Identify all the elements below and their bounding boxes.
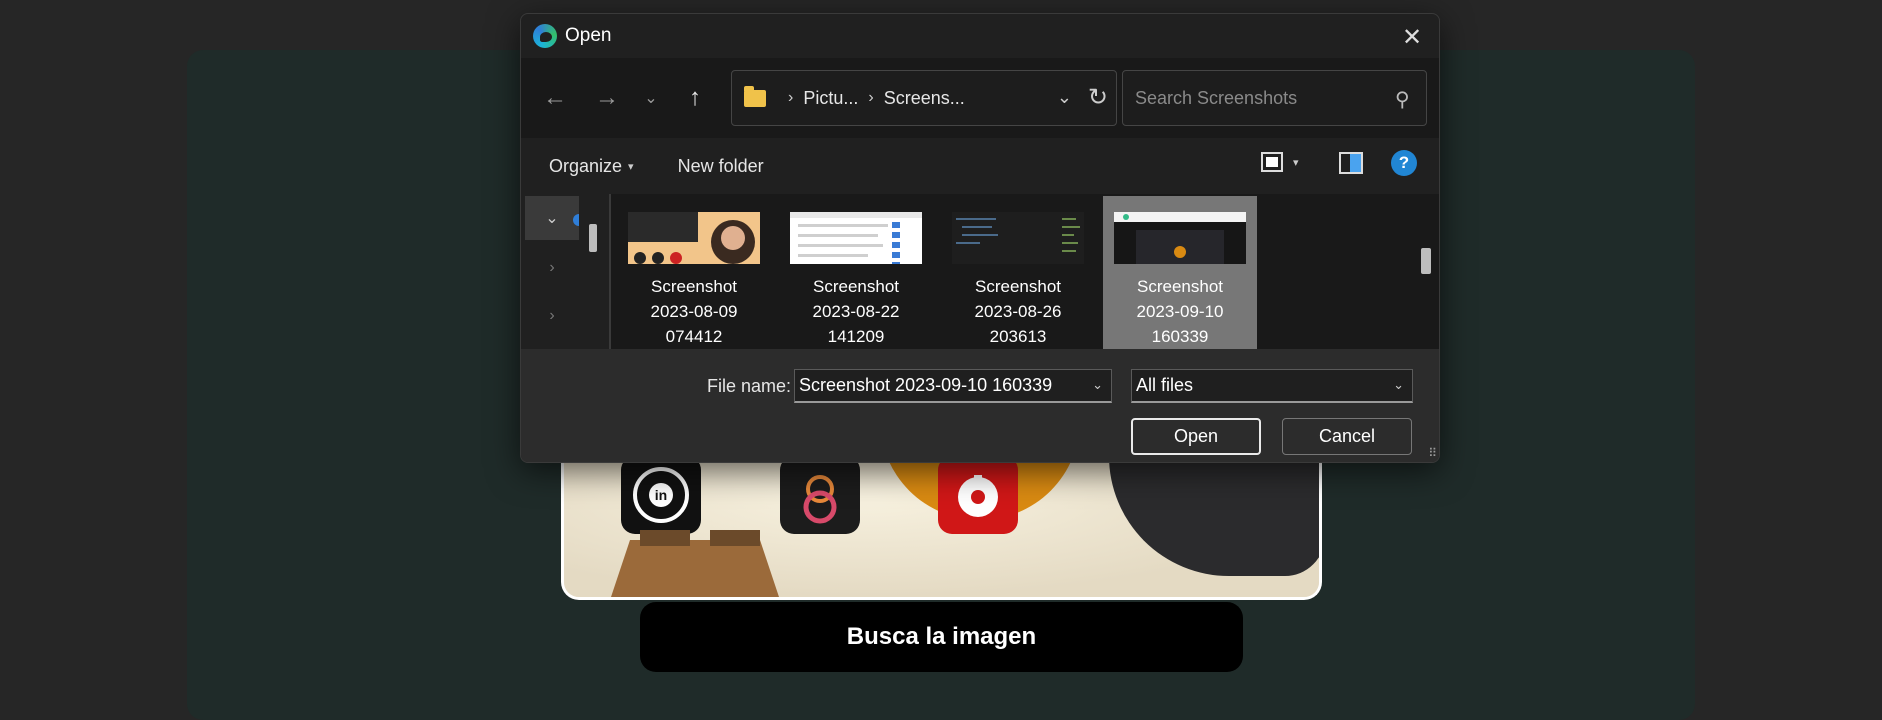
navigation-pane: ⌄ › › — [521, 194, 611, 349]
file-type-value: All files — [1136, 375, 1194, 395]
search-placeholder: Search Screenshots — [1135, 87, 1298, 108]
svg-text:in: in — [655, 487, 667, 503]
droid-icon — [780, 456, 860, 534]
file-name: Screenshot 2023-08-22 141209 — [812, 277, 900, 346]
file-name-value: Screenshot 2023-09-10 160339 — [799, 375, 1053, 395]
file-item[interactable]: Screenshot 2023-08-26 203613 — [941, 196, 1095, 349]
breadcrumb-separator: › — [788, 89, 794, 106]
chevron-right-icon: › — [549, 259, 555, 276]
file-thumbnail — [1114, 212, 1246, 264]
file-name-label: File name: — [707, 376, 792, 396]
tree-item-expanded[interactable]: ⌄ — [525, 196, 579, 240]
file-thumbnail — [952, 212, 1084, 264]
search-icon[interactable]: ⚲ — [1395, 87, 1410, 112]
caret-down-icon: ▾ — [628, 160, 634, 173]
open-file-dialog: Open ✕ ← → ⌄ ↑ › Pictu... › Screens... ⌄… — [520, 13, 1440, 463]
back-button[interactable]: ← — [535, 78, 575, 118]
view-icon — [1261, 152, 1283, 172]
preview-pane-icon[interactable] — [1339, 152, 1363, 174]
file-item-selected[interactable]: Screenshot 2023-09-10 160339 — [1103, 196, 1257, 349]
breadcrumb-pictures[interactable]: Pictu... — [803, 88, 858, 109]
organize-button[interactable]: Organize ▾ — [549, 156, 634, 177]
folder-icon — [744, 85, 766, 107]
linkedin-empire-icon: in — [621, 456, 701, 534]
new-folder-button[interactable]: New folder — [678, 156, 764, 177]
organize-label: Organize — [549, 155, 623, 176]
file-name: Screenshot 2023-08-26 203613 — [974, 277, 1062, 346]
file-item[interactable]: Screenshot 2023-08-22 141209 — [779, 196, 933, 349]
forward-button[interactable]: → — [587, 78, 627, 118]
caret-down-icon: ▾ — [1293, 156, 1299, 169]
address-bar[interactable]: › Pictu... › Screens... ⌄ ↻ — [731, 70, 1117, 126]
tree-item-collapsed[interactable]: › — [525, 246, 579, 290]
dialog-footer: File name: Screenshot 2023-09-10 160339 … — [521, 349, 1439, 462]
search-image-button[interactable]: Busca la imagen — [640, 602, 1243, 672]
search-input[interactable]: Search Screenshots ⚲ — [1122, 70, 1427, 126]
file-name: Screenshot 2023-09-10 160339 — [1136, 277, 1224, 346]
chevron-down-icon[interactable]: ⌄ — [1057, 87, 1072, 108]
file-thumbnail — [790, 212, 922, 264]
dialog-title: Open — [565, 25, 612, 46]
navigation-scrollbar[interactable] — [589, 224, 597, 252]
up-folder-button[interactable]: ↑ — [675, 78, 715, 118]
edge-browser-icon — [533, 24, 557, 48]
close-button[interactable]: ✕ — [1399, 24, 1425, 51]
dialog-titlebar: Open ✕ — [521, 14, 1439, 58]
new-folder-label: New folder — [677, 155, 764, 176]
open-button[interactable]: Open — [1131, 418, 1261, 455]
refresh-icon[interactable]: ↻ — [1088, 83, 1108, 112]
cancel-button[interactable]: Cancel — [1282, 418, 1412, 455]
resize-grip-icon[interactable]: ⠿ — [1428, 446, 1437, 460]
change-view-button[interactable]: ▾ — [1261, 152, 1299, 172]
tree-item-dot — [573, 214, 579, 226]
file-name: Screenshot 2023-08-09 074412 — [650, 277, 738, 346]
pane-divider[interactable] — [609, 194, 611, 349]
file-type-select[interactable]: All files ⌄ — [1131, 369, 1413, 403]
recent-locations-button[interactable]: ⌄ — [639, 78, 663, 118]
falcon-ship-icon — [938, 456, 1018, 534]
chevron-down-icon: ⌄ — [1393, 377, 1404, 392]
chevron-right-icon: › — [549, 307, 555, 324]
navigation-bar: ← → ⌄ ↑ › Pictu... › Screens... ⌄ ↻ Sear… — [521, 58, 1439, 138]
file-name-field[interactable]: Screenshot 2023-09-10 160339 ⌄ — [794, 369, 1112, 403]
file-thumbnail — [628, 212, 760, 264]
file-area: ⌄ › › Screenshot 2023-08-09 074412 Scree… — [521, 194, 1439, 349]
chevron-down-icon: ⌄ — [545, 210, 559, 227]
chevron-down-icon[interactable]: ⌄ — [1092, 377, 1103, 393]
breadcrumb-separator: › — [868, 89, 874, 106]
breadcrumb-screenshots[interactable]: Screens... — [884, 88, 965, 109]
help-icon[interactable]: ? — [1391, 150, 1417, 176]
command-bar: Organize ▾ New folder ▾ ? — [521, 138, 1439, 194]
file-list-scrollbar[interactable] — [1421, 248, 1431, 274]
file-item[interactable]: Screenshot 2023-08-09 074412 — [617, 196, 771, 349]
tree-item-collapsed[interactable]: › — [525, 294, 579, 338]
preview-hut-shape — [611, 530, 779, 597]
